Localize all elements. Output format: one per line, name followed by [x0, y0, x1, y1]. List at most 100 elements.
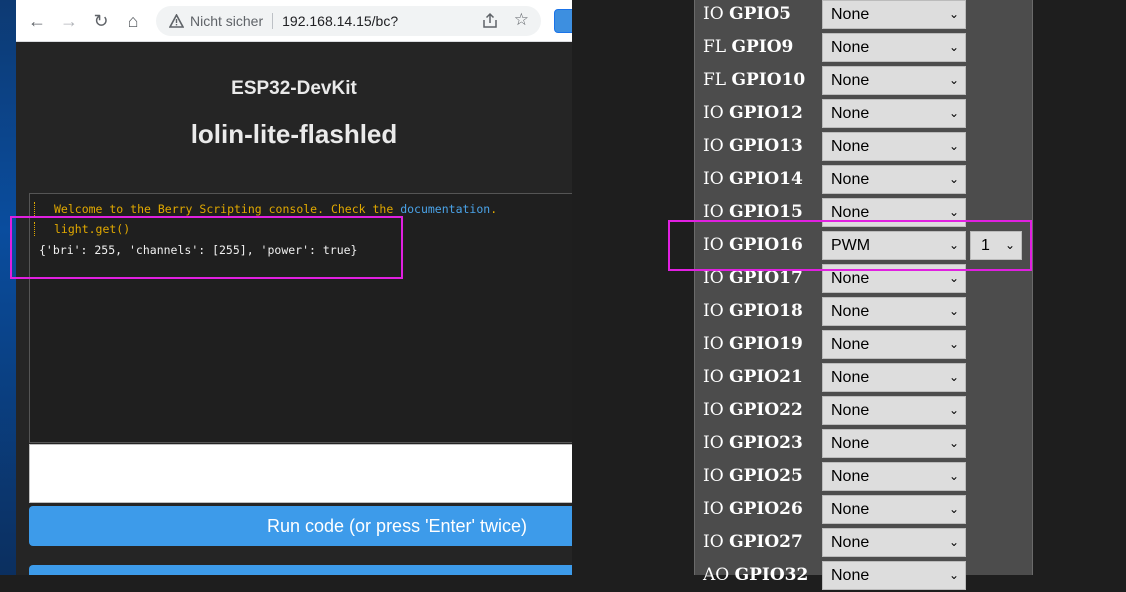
- address-bar[interactable]: Nicht sicher 192.168.14.15/bc? ☆: [156, 6, 541, 36]
- gpio-function-select[interactable]: None ⌄: [822, 363, 966, 392]
- gpio-prefix: IO: [703, 532, 724, 552]
- welcome-text: Welcome to the Berry Scripting console. …: [54, 202, 401, 216]
- gpio-name: GPIO23: [729, 433, 803, 453]
- gpio-prefix: IO: [703, 202, 724, 222]
- bookmark-star-icon[interactable]: ☆: [514, 10, 529, 30]
- gpio-label: IO GPIO5: [703, 4, 791, 24]
- gpio-prefix: IO: [703, 367, 724, 387]
- documentation-link[interactable]: documentation: [400, 202, 490, 216]
- chevron-down-icon: ⌄: [948, 337, 959, 351]
- gpio-row: IO GPIO21 None ⌄: [695, 361, 1032, 394]
- warning-icon[interactable]: [168, 13, 184, 29]
- share-icon[interactable]: [481, 12, 499, 30]
- gpio-label: IO GPIO14: [703, 169, 803, 189]
- run-code-button[interactable]: Run code (or press 'Enter' twice): [29, 506, 572, 546]
- gpio-label: IO GPIO22: [703, 400, 803, 420]
- gpio-function-value: None: [831, 567, 870, 584]
- gpio-row: IO GPIO16 PWM ⌄ 1 ⌄: [695, 229, 1032, 262]
- device-name-title: lolin-lite-flashled: [190, 119, 398, 149]
- chevron-down-icon: ⌄: [948, 469, 959, 483]
- gpio-function-value: None: [831, 6, 870, 23]
- gpio-function-value: None: [831, 534, 870, 551]
- gpio-function-value: None: [831, 171, 870, 188]
- gpio-name: GPIO16: [729, 235, 803, 255]
- chevron-down-icon: ⌄: [948, 106, 959, 120]
- gpio-name: GPIO14: [729, 169, 803, 189]
- gpio-prefix: FL: [703, 70, 727, 90]
- gpio-row: IO GPIO12 None ⌄: [695, 97, 1032, 130]
- gpio-function-select[interactable]: None ⌄: [822, 462, 966, 491]
- browser-window: ← → ↻ ⌂ Nicht sicher 192.168.14.15/bc? ☆…: [16, 0, 572, 575]
- gpio-name: GPIO13: [729, 136, 803, 156]
- secondary-button[interactable]: [29, 565, 572, 575]
- gpio-row: FL GPIO9 None ⌄: [695, 31, 1032, 64]
- gpio-index-select[interactable]: 1 ⌄: [970, 231, 1022, 260]
- gpio-function-value: PWM: [831, 237, 871, 254]
- gpio-function-select[interactable]: PWM ⌄: [822, 231, 966, 260]
- gpio-function-select[interactable]: None ⌄: [822, 33, 966, 62]
- gpio-row: IO GPIO17 None ⌄: [695, 262, 1032, 295]
- gpio-label: IO GPIO12: [703, 103, 803, 123]
- gpio-function-value: None: [831, 501, 870, 518]
- reload-icon[interactable]: ↻: [88, 8, 114, 34]
- gpio-function-select[interactable]: None ⌄: [822, 0, 966, 29]
- gpio-prefix: IO: [703, 235, 724, 255]
- url-text[interactable]: 192.168.14.15/bc?: [282, 13, 398, 29]
- chevron-down-icon: ⌄: [948, 502, 959, 516]
- gpio-row: IO GPIO18 None ⌄: [695, 295, 1032, 328]
- code-input-field[interactable]: [29, 444, 572, 503]
- gpio-index-value: 1: [981, 237, 990, 254]
- gpio-prefix: FL: [703, 37, 727, 57]
- gpio-function-select[interactable]: None ⌄: [822, 264, 966, 293]
- gpio-row: IO GPIO15 None ⌄: [695, 196, 1032, 229]
- gpio-function-select[interactable]: None ⌄: [822, 396, 966, 425]
- gpio-function-value: None: [831, 105, 870, 122]
- gpio-function-select[interactable]: None ⌄: [822, 132, 966, 161]
- chevron-down-icon: ⌄: [948, 7, 959, 21]
- welcome-end: .: [490, 202, 498, 216]
- gpio-label: IO GPIO25: [703, 466, 803, 486]
- chevron-down-icon: ⌄: [948, 73, 959, 87]
- chevron-down-icon: ⌄: [948, 40, 959, 54]
- gpio-label: AO GPIO32: [703, 565, 808, 585]
- console-command-line: light.get(): [34, 222, 130, 236]
- gpio-prefix: IO: [703, 268, 724, 288]
- gpio-function-value: None: [831, 270, 870, 287]
- gpio-function-select[interactable]: None ⌄: [822, 561, 966, 590]
- browser-toolbar: ← → ↻ ⌂ Nicht sicher 192.168.14.15/bc? ☆: [16, 0, 572, 42]
- forward-icon[interactable]: →: [56, 8, 82, 34]
- gpio-name: GPIO10: [731, 70, 806, 90]
- gpio-row: IO GPIO13 None ⌄: [695, 130, 1032, 163]
- gpio-function-select[interactable]: None ⌄: [822, 99, 966, 128]
- gpio-function-select[interactable]: None ⌄: [822, 165, 966, 194]
- back-icon[interactable]: ←: [24, 8, 50, 34]
- gpio-row: IO GPIO22 None ⌄: [695, 394, 1032, 427]
- gpio-prefix: IO: [703, 301, 724, 321]
- gpio-function-select[interactable]: None ⌄: [822, 198, 966, 227]
- gpio-function-select[interactable]: None ⌄: [822, 297, 966, 326]
- gpio-function-select[interactable]: None ⌄: [822, 429, 966, 458]
- gpio-function-select[interactable]: None ⌄: [822, 330, 966, 359]
- gpio-function-value: None: [831, 336, 870, 353]
- gpio-function-value: None: [831, 72, 870, 89]
- gpio-name: GPIO27: [729, 532, 803, 552]
- gpio-name: GPIO22: [729, 400, 803, 420]
- gpio-label: IO GPIO23: [703, 433, 803, 453]
- gpio-name: GPIO17: [729, 268, 803, 288]
- security-label[interactable]: Nicht sicher: [190, 13, 263, 29]
- device-label: ESP32-DevKit: [231, 78, 357, 99]
- gpio-name: GPIO9: [731, 37, 794, 57]
- gpio-prefix: IO: [703, 433, 724, 453]
- gpio-function-select[interactable]: None ⌄: [822, 495, 966, 524]
- gpio-function-value: None: [831, 138, 870, 155]
- chevron-down-icon: ⌄: [948, 535, 959, 549]
- home-icon[interactable]: ⌂: [120, 8, 146, 34]
- gpio-row: IO GPIO27 None ⌄: [695, 526, 1032, 559]
- gpio-function-value: None: [831, 468, 870, 485]
- gpio-function-select[interactable]: None ⌄: [822, 528, 966, 557]
- gpio-row: IO GPIO19 None ⌄: [695, 328, 1032, 361]
- gpio-function-select[interactable]: None ⌄: [822, 66, 966, 95]
- gpio-function-value: None: [831, 369, 870, 386]
- gpio-label: IO GPIO19: [703, 334, 803, 354]
- extension-icon[interactable]: [554, 9, 572, 33]
